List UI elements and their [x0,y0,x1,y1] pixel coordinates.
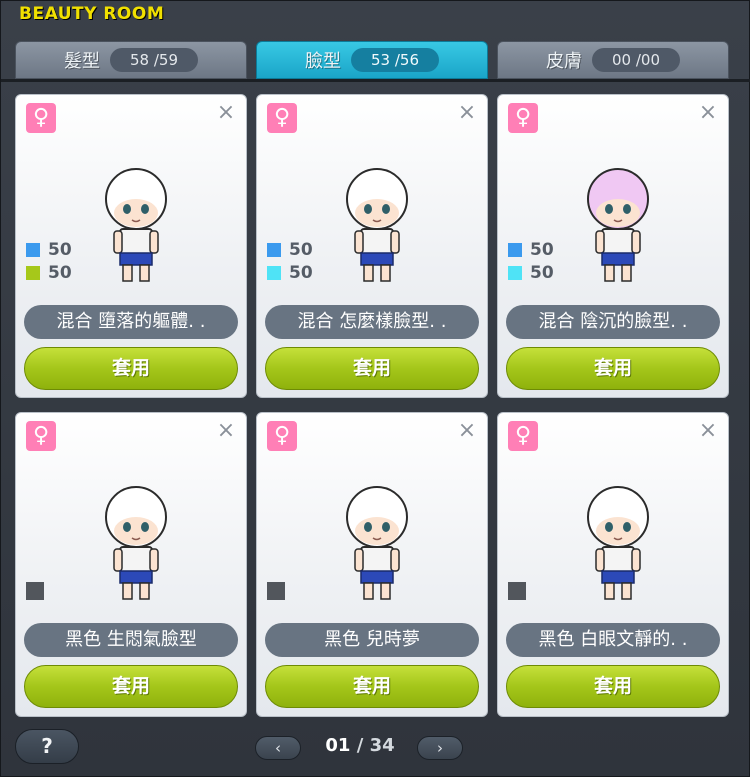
page-separator: / [356,735,364,756]
mix-ratio: 50 [530,262,554,283]
tab-hair-label: 髮型 [64,51,100,72]
color-swatch [508,242,522,257]
color-swatch [26,582,44,600]
female-icon: ♀ [267,421,297,451]
apply-button[interactable]: 套用 [265,347,479,390]
face-card: ♀ × 黑色 生悶氣臉型套用 [15,412,247,717]
color-mix-legend: 50 50 [267,238,313,284]
tab-bar: 髮型 58 /59 臉型 53 /56 皮膚 00 /00 [15,41,731,79]
page-indicator: 01 / 34 [307,735,413,756]
face-name: 黑色 生悶氣臉型 [24,623,238,657]
face-card: ♀ × 50 50 混合 怎麼樣臉型. . 套用 [256,94,488,398]
tab-hair[interactable]: 髮型 58 /59 [15,41,247,79]
face-card: ♀ × 50 50 混合 墮落的軀體. . 套用 [15,94,247,398]
face-name: 混合 陰沉的臉型. . [506,305,720,339]
tab-face-count: 53 /56 [351,48,439,72]
mix-row: 50 [26,238,72,261]
tab-hair-count: 58 /59 [110,48,198,72]
tab-divider [1,79,750,82]
color-swatch [267,582,285,600]
color-swatch [267,265,281,280]
character-avatar [96,481,176,605]
face-card: ♀ × 黑色 白眼文靜的. . 套用 [497,412,729,717]
color-swatch [508,265,522,280]
total-pages: 34 [369,735,395,756]
mix-ratio: 50 [289,262,313,283]
mix-row: 50 [267,238,313,261]
mix-ratio: 50 [289,239,313,260]
face-name: 混合 墮落的軀體. . [24,305,238,339]
prev-page-button[interactable]: ‹ [255,736,301,760]
mix-ratio: 50 [48,262,72,283]
female-icon: ♀ [508,421,538,451]
mix-row: 50 [508,238,554,261]
face-name: 混合 怎麼樣臉型. . [265,305,479,339]
close-icon[interactable]: × [216,102,236,124]
help-button[interactable]: ? [15,729,79,764]
face-card: ♀ × 50 50 混合 陰沉的臉型. . 套用 [497,94,729,398]
color-mix-legend: 50 50 [508,238,554,284]
character-avatar [337,481,417,605]
tab-face-label: 臉型 [305,51,341,72]
female-icon: ♀ [26,421,56,451]
mix-ratio: 50 [530,239,554,260]
close-icon[interactable]: × [457,102,477,124]
character-avatar [578,163,658,287]
pagination: ‹ 01 / 34 › [255,732,477,762]
mix-row: 50 [508,261,554,284]
tab-face[interactable]: 臉型 53 /56 [256,41,488,79]
apply-button[interactable]: 套用 [506,347,720,390]
apply-button[interactable]: 套用 [24,347,238,390]
tab-skin-label: 皮膚 [546,51,582,72]
mix-ratio: 50 [48,239,72,260]
face-name: 黑色 兒時夢 [265,623,479,657]
character-avatar [578,481,658,605]
current-page: 01 [325,735,351,756]
female-icon: ♀ [508,103,538,133]
apply-button[interactable]: 套用 [265,665,479,708]
face-card: ♀ × 黑色 兒時夢套用 [256,412,488,717]
close-icon[interactable]: × [698,102,718,124]
color-swatch [267,242,281,257]
mix-row: 50 [267,261,313,284]
mix-row: 50 [26,261,72,284]
tab-skin[interactable]: 皮膚 00 /00 [497,41,729,79]
color-swatch [26,242,40,257]
window-title: BEAUTY ROOM [19,4,165,24]
apply-button[interactable]: 套用 [24,665,238,708]
close-icon[interactable]: × [698,420,718,442]
color-swatch [26,265,40,280]
close-icon[interactable]: × [216,420,236,442]
female-icon: ♀ [26,103,56,133]
color-swatch [508,582,526,600]
color-mix-legend: 50 50 [26,238,72,284]
face-name: 黑色 白眼文靜的. . [506,623,720,657]
next-page-button[interactable]: › [417,736,463,760]
tab-skin-count: 00 /00 [592,48,680,72]
character-avatar [96,163,176,287]
apply-button[interactable]: 套用 [506,665,720,708]
beauty-room-window: BEAUTY ROOM 髮型 58 /59 臉型 53 /56 皮膚 00 /0… [0,0,750,777]
close-icon[interactable]: × [457,420,477,442]
female-icon: ♀ [267,103,297,133]
character-avatar [337,163,417,287]
